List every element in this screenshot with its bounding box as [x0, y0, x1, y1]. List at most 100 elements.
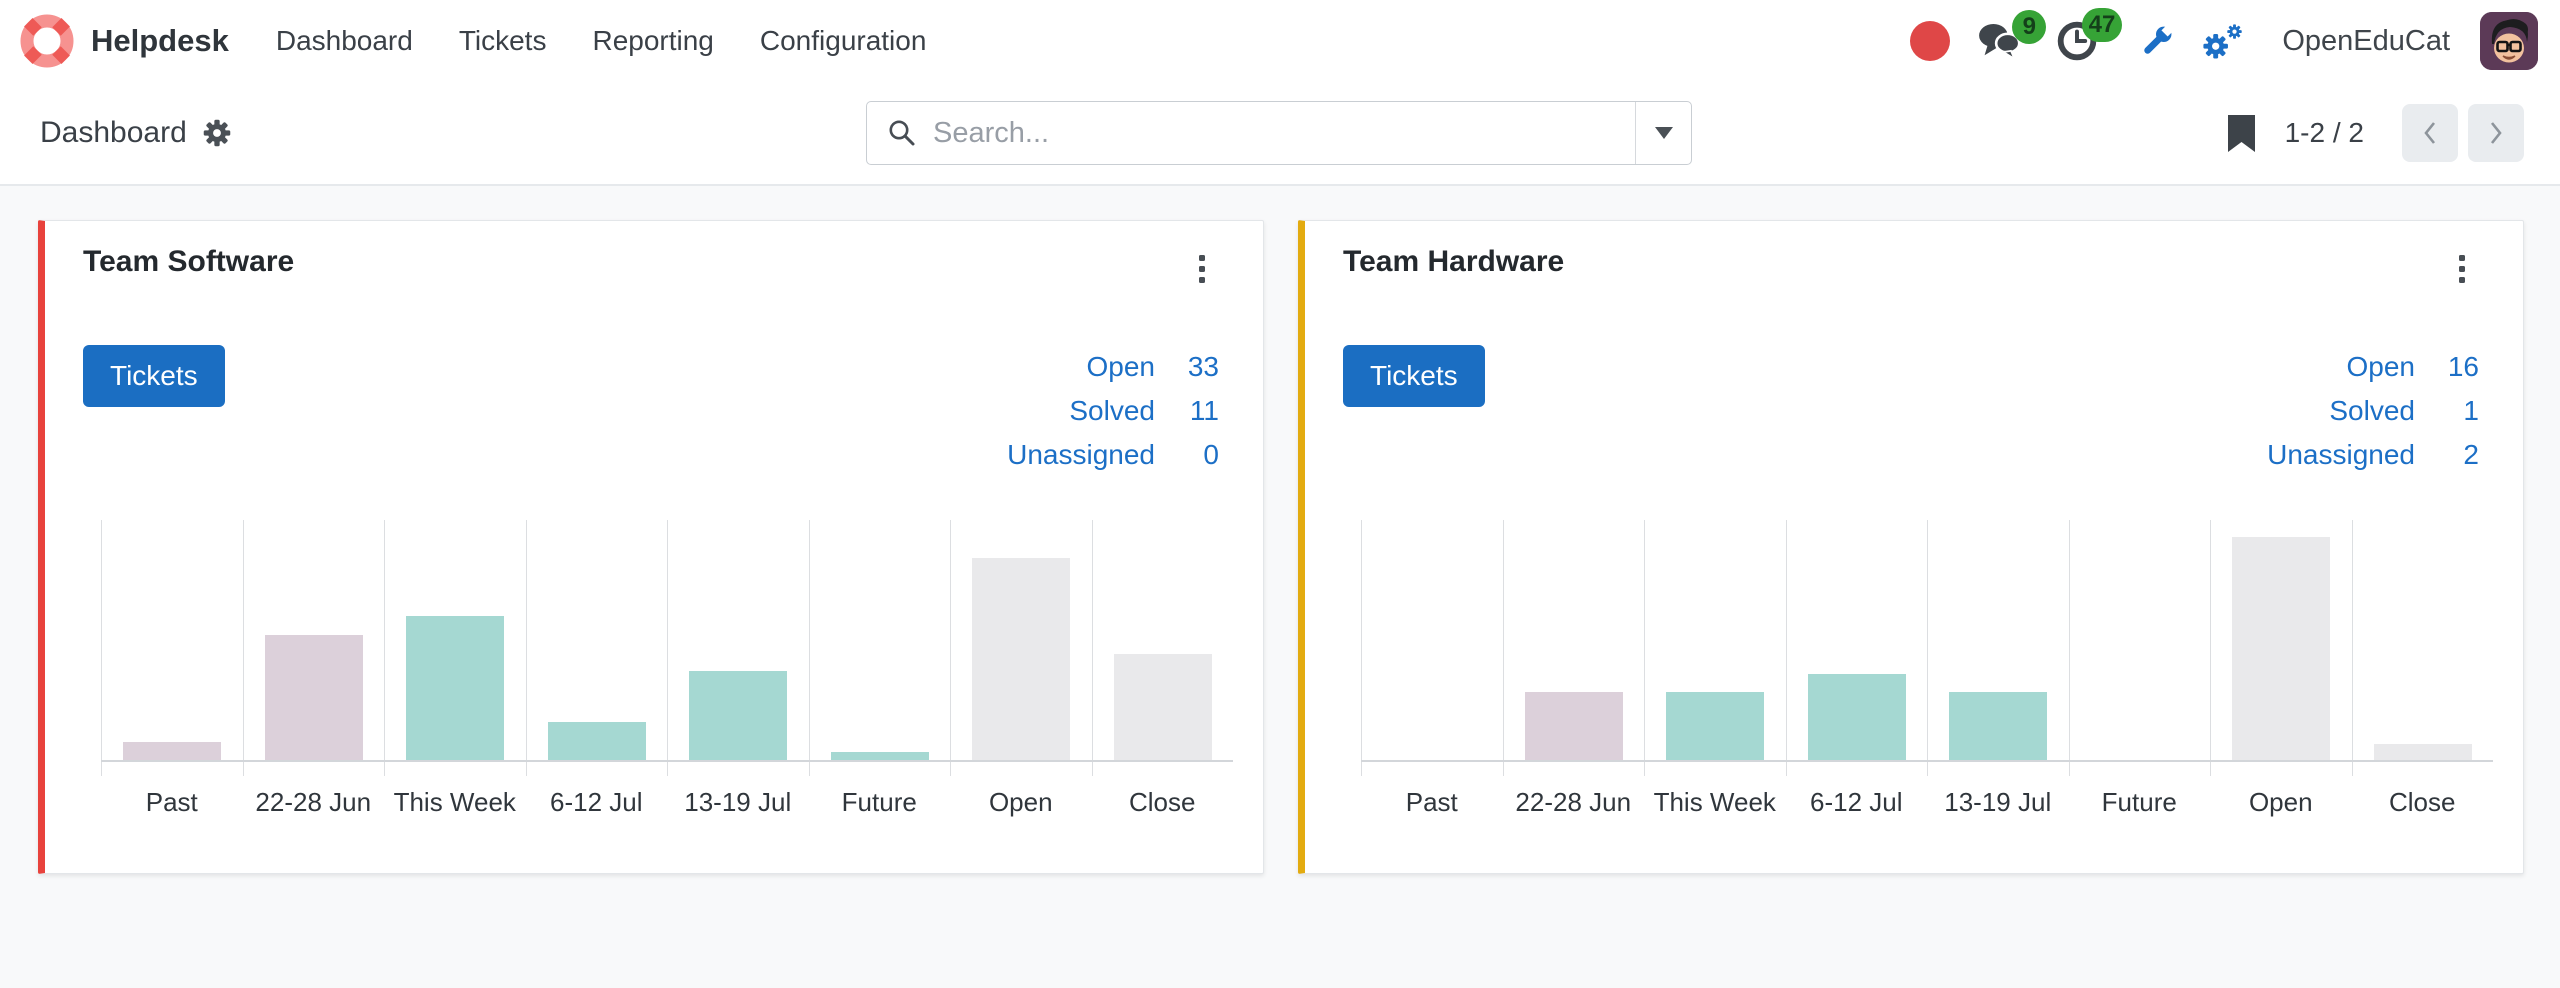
stat-value[interactable]: 1 — [2415, 395, 2479, 427]
stat-value[interactable]: 33 — [1155, 351, 1219, 383]
search-bar — [866, 101, 1692, 165]
chart-category-label: This Week — [384, 787, 526, 818]
stat-unassigned[interactable]: Unassigned 0 — [1007, 433, 1219, 477]
chart-category-label: Open — [950, 787, 1092, 818]
ticket-stats: Open 16 Solved 1 Unassigned 2 — [2267, 345, 2479, 477]
stat-open[interactable]: Open 33 — [1007, 345, 1219, 389]
stat-value[interactable]: 16 — [2415, 351, 2479, 383]
chart-bar-6-12-jul[interactable] — [548, 722, 646, 760]
chart-bar-6-12-jul[interactable] — [1808, 674, 1906, 760]
nav-item-tickets[interactable]: Tickets — [459, 25, 547, 57]
chart-bar-13-19-jul[interactable] — [1949, 692, 2047, 760]
breadcrumb: Dashboard — [40, 82, 232, 184]
chart-category-label: Future — [2069, 787, 2211, 818]
chart-bar-open[interactable] — [972, 558, 1070, 760]
recording-indicator-icon — [1910, 21, 1950, 61]
wrench-icon[interactable] — [2138, 22, 2176, 60]
chart-bar-13-19-jul[interactable] — [689, 671, 787, 760]
chart-bar-past[interactable] — [123, 742, 221, 760]
chart-category-label: Future — [809, 787, 951, 818]
company-name[interactable]: OpenEduCat — [2282, 25, 2450, 58]
chart-slot — [384, 520, 526, 776]
card-header: Team Software — [83, 245, 1219, 291]
team-title[interactable]: Team Software — [83, 245, 294, 279]
app-name[interactable]: Helpdesk — [91, 23, 229, 59]
activities-menu[interactable]: 47 — [2056, 20, 2098, 62]
stat-unassigned[interactable]: Unassigned 2 — [2267, 433, 2479, 477]
messages-count-badge: 9 — [2012, 10, 2046, 44]
pager-next-button[interactable] — [2468, 104, 2524, 162]
stat-label[interactable]: Unassigned — [2267, 439, 2415, 471]
chart-slot — [2352, 520, 2494, 776]
helpdesk-app-icon[interactable] — [20, 14, 74, 68]
tickets-bar-chart: Past22-28 JunThis Week6-12 Jul13-19 JulF… — [1361, 520, 2493, 818]
stat-label[interactable]: Open — [1087, 351, 1156, 383]
team-title[interactable]: Team Hardware — [1343, 245, 1564, 279]
tickets-button[interactable]: Tickets — [1343, 345, 1485, 407]
stat-solved[interactable]: Solved 11 — [1007, 389, 1219, 433]
search-icon — [887, 118, 917, 148]
chart-category-label: This Week — [1644, 787, 1786, 818]
card-menu-button[interactable] — [2453, 249, 2479, 289]
tickets-bar-chart: Past22-28 JunThis Week6-12 Jul13-19 JulF… — [101, 520, 1233, 818]
chart-category-label: Close — [2352, 787, 2494, 818]
chart-bar-22-28-jun[interactable] — [1525, 692, 1623, 760]
team-card-software: Team Software Tickets Open 33 Solved 11 … — [38, 220, 1264, 874]
stat-label[interactable]: Unassigned — [1007, 439, 1155, 471]
view-controls: 1-2 / 2 — [2228, 101, 2524, 165]
nav-item-dashboard[interactable]: Dashboard — [276, 25, 413, 57]
team-card-hardware: Team Hardware Tickets Open 16 Solved 1 U… — [1298, 220, 2524, 874]
chevron-right-icon — [2486, 120, 2506, 146]
chart-bar-close[interactable] — [2374, 744, 2472, 760]
stat-value[interactable]: 2 — [2415, 439, 2479, 471]
chart-slot — [667, 520, 809, 776]
chart-category-labels: Past22-28 JunThis Week6-12 Jul13-19 JulF… — [101, 787, 1233, 818]
chart-bar-future[interactable] — [831, 752, 929, 760]
stat-value[interactable]: 11 — [1155, 395, 1219, 427]
search-options-toggle[interactable] — [1635, 102, 1691, 164]
chart-category-label: 22-28 Jun — [243, 787, 385, 818]
chart-category-label: 13-19 Jul — [667, 787, 809, 818]
stat-open[interactable]: Open 16 — [2267, 345, 2479, 389]
chart-bar-close[interactable] — [1114, 654, 1212, 760]
chart-slot — [526, 520, 668, 776]
caret-down-icon — [1655, 127, 1673, 139]
nav-item-reporting[interactable]: Reporting — [592, 25, 713, 57]
pager-previous-button[interactable] — [2402, 104, 2458, 162]
chart-bar-this-week[interactable] — [1666, 692, 1764, 760]
chart-plot-area — [101, 520, 1233, 776]
page-title[interactable]: Dashboard — [40, 116, 187, 150]
kebab-icon — [1199, 255, 1205, 261]
stat-label[interactable]: Solved — [2329, 395, 2415, 427]
card-actions-row: Tickets Open 16 Solved 1 Unassigned 2 — [1343, 345, 2479, 477]
chart-category-label: 6-12 Jul — [1786, 787, 1928, 818]
stat-label[interactable]: Open — [2347, 351, 2416, 383]
chart-slot — [809, 520, 951, 776]
search-input[interactable] — [917, 116, 1635, 151]
systray: 9 47 OpenEduCat — [1910, 12, 2538, 70]
chart-category-label: Open — [2210, 787, 2352, 818]
kebab-icon — [2459, 255, 2465, 261]
chart-slot — [1361, 520, 1503, 776]
chart-category-label: Past — [1361, 787, 1503, 818]
activities-count-badge: 47 — [2082, 8, 2123, 42]
nav-item-configuration[interactable]: Configuration — [760, 25, 927, 57]
chart-baseline — [101, 760, 1233, 762]
chart-bar-this-week[interactable] — [406, 616, 504, 760]
messages-menu[interactable]: 9 — [1978, 22, 2022, 60]
user-avatar[interactable] — [2480, 12, 2538, 70]
chart-bar-22-28-jun[interactable] — [265, 635, 363, 760]
chart-slot — [101, 520, 243, 776]
gears-icon[interactable] — [2200, 20, 2246, 62]
cog-icon[interactable] — [202, 118, 232, 148]
chart-bar-open[interactable] — [2232, 537, 2330, 760]
stat-value[interactable]: 0 — [1155, 439, 1219, 471]
card-menu-button[interactable] — [1193, 249, 1219, 289]
tickets-button[interactable]: Tickets — [83, 345, 225, 407]
stat-solved[interactable]: Solved 1 — [2267, 389, 2479, 433]
bookmark-icon[interactable] — [2228, 115, 2255, 152]
stat-label[interactable]: Solved — [1069, 395, 1155, 427]
chart-slot — [2069, 520, 2211, 776]
top-navbar: Helpdesk Dashboard Tickets Reporting Con… — [0, 0, 2560, 82]
chart-plot-area — [1361, 520, 2493, 776]
